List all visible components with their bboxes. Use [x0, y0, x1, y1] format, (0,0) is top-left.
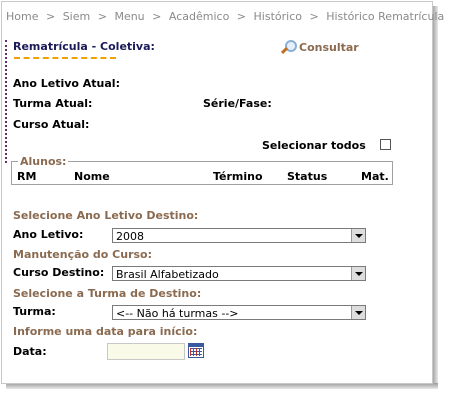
chevron-down-icon[interactable] [351, 267, 365, 280]
section-manutencao-curso: Manutenção do Curso: [13, 248, 153, 261]
column-header-mat: Mat. [361, 170, 389, 183]
turma-atual-label: Turma Atual: [13, 97, 93, 110]
section-ano-destino: Selecione Ano Letivo Destino: [13, 209, 199, 222]
breadcrumb-sep: > [97, 10, 107, 23]
breadcrumb: Home > Siem > Menu > Acadêmico > Históri… [6, 10, 448, 23]
curso-destino-select[interactable]: Brasil Alfabetizado [112, 266, 366, 281]
selecionar-todos-label: Selecionar todos [262, 139, 366, 152]
ano-letivo-atual-label: Ano Letivo Atual: [13, 77, 120, 90]
section-turma-destino: Selecione a Turma de Destino: [13, 287, 202, 300]
consultar-label: Consultar [299, 40, 359, 54]
ano-letivo-value: 2008 [116, 230, 144, 243]
breadcrumb-academico[interactable]: Acadêmico [169, 10, 229, 23]
turma-label: Turma: [13, 305, 56, 318]
section-data-inicio: Informe uma data para início: [13, 325, 198, 338]
chevron-down-icon[interactable] [351, 306, 365, 319]
turma-value: <-- Não há turmas --> [116, 307, 239, 320]
title-underline [14, 57, 116, 59]
breadcrumb-menu[interactable]: Menu [114, 10, 144, 23]
magnifier-icon [280, 39, 297, 55]
curso-destino-value: Brasil Alfabetizado [116, 268, 219, 281]
curso-atual-label: Curso Atual: [13, 118, 90, 131]
consultar-button[interactable]: Consultar [280, 39, 359, 55]
calendar-icon[interactable] [188, 343, 204, 358]
column-header-termino: Término [213, 170, 263, 183]
turma-select[interactable]: <-- Não há turmas --> [112, 305, 366, 320]
breadcrumb-sep: > [236, 10, 247, 23]
breadcrumb-historico-rematricula: Histórico Rematrícula [326, 10, 445, 23]
alunos-legend: Alunos: [18, 155, 69, 168]
chevron-down-icon[interactable] [351, 229, 365, 242]
serie-fase-label: Série/Fase: [203, 97, 272, 110]
selecionar-todos-checkbox[interactable] [380, 139, 391, 150]
breadcrumb-sep: > [45, 10, 56, 23]
data-label: Data: [13, 345, 47, 358]
breadcrumb-sep: > [309, 10, 319, 23]
breadcrumb-home[interactable]: Home [6, 10, 38, 23]
data-input[interactable] [107, 343, 185, 360]
ano-letivo-label: Ano Letivo: [13, 228, 84, 241]
breadcrumb-historico[interactable]: Histórico [254, 10, 302, 23]
breadcrumb-sep: > [152, 10, 162, 23]
section-dotted-bar [5, 40, 7, 163]
column-header-nome: Nome [74, 170, 110, 183]
ano-letivo-select[interactable]: 2008 [112, 228, 366, 243]
curso-destino-label: Curso Destino: [13, 266, 105, 279]
column-header-status: Status [287, 170, 328, 183]
column-header-rm: RM [17, 170, 37, 183]
breadcrumb-siem[interactable]: Siem [63, 10, 91, 23]
page-title: Rematrícula - Coletiva: [13, 40, 155, 53]
